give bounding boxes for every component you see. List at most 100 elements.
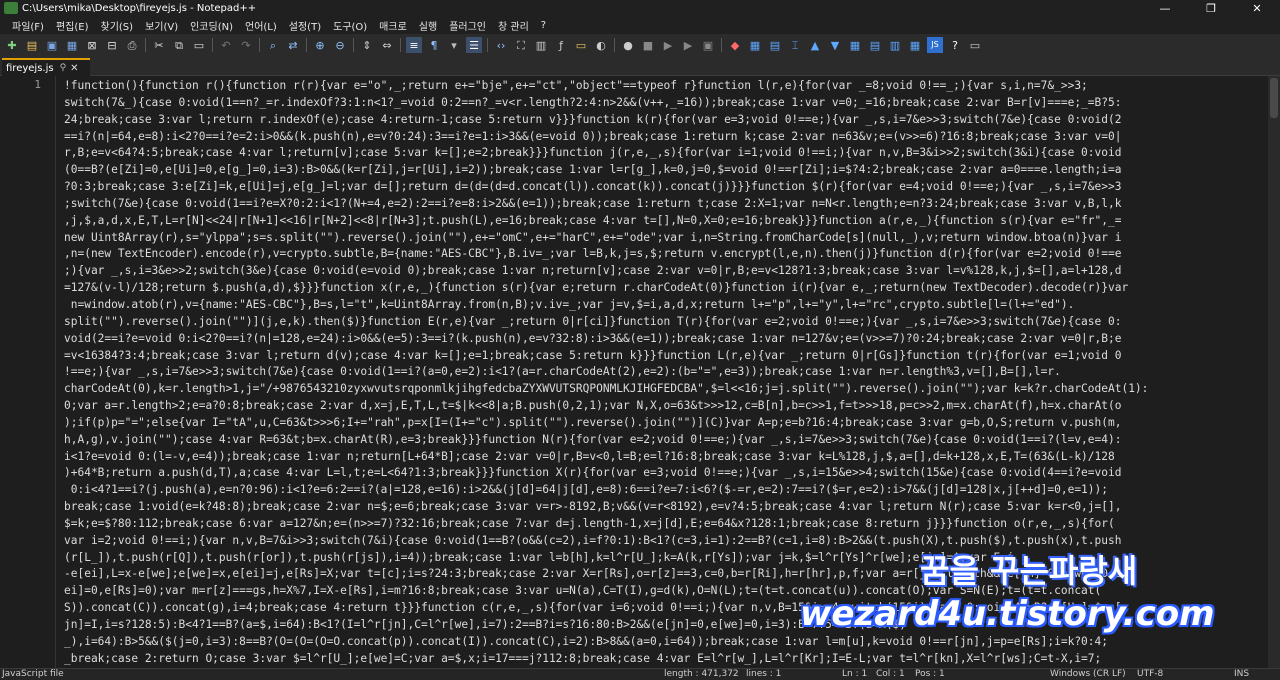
function-list-icon[interactable]: ƒ <box>553 37 569 53</box>
menu-encoding[interactable]: 인코딩(N) <box>184 18 239 33</box>
play-multiple-icon[interactable]: ▶ <box>680 37 696 53</box>
plugin-icon-11[interactable]: ? <box>947 37 963 53</box>
code-line[interactable]: 0:i<4?1==i?(j.push(a),e=n?0:96):i<1?e=6:… <box>64 482 1264 499</box>
code-line[interactable]: );if(p)p="=";else{var I="tA",u,C=63&t>>>… <box>64 415 1264 432</box>
chevron-down-icon[interactable]: ▾ <box>446 37 462 53</box>
play-macro-icon[interactable]: ▶ <box>660 37 676 53</box>
close-file-icon[interactable]: ⊠ <box>84 37 100 53</box>
code-line[interactable]: h,A,g),v.join("");case 4:var R=63&t;b=x.… <box>64 432 1264 449</box>
menu-help[interactable]: ? <box>535 20 552 31</box>
code-line[interactable]: !==e;){var _,s,i=7&e>>3;switch(7&e){case… <box>64 364 1264 381</box>
monitoring-icon[interactable]: ◐ <box>593 37 609 53</box>
code-line[interactable]: new Uint8Array(r),s="ylppa";s=s.split(""… <box>64 230 1264 247</box>
code-line[interactable]: (0==B?(e[Zi]=0,e[Ui]=0,e[g_]=0,i=3):B>0&… <box>64 162 1264 179</box>
menu-settings[interactable]: 설정(T) <box>283 18 327 33</box>
cut-icon[interactable]: ✂ <box>151 37 167 53</box>
status-eol[interactable]: Windows (CR LF) <box>1050 669 1126 679</box>
code-line[interactable]: )+64*B;return a.push(d,T),a;case 4:var L… <box>64 465 1264 482</box>
tab-fireyejs[interactable]: fireyejs.js ⚲ ✕ <box>2 58 90 76</box>
menu-view[interactable]: 보기(V) <box>139 18 184 33</box>
plugin-icon-3[interactable]: ▤ <box>767 37 783 53</box>
plugin-icon-6[interactable]: ▼ <box>827 37 843 53</box>
menu-window[interactable]: 창 관리 <box>492 18 535 33</box>
plugin-icon-9[interactable]: ▥ <box>887 37 903 53</box>
save-all-icon[interactable]: ▦ <box>64 37 80 53</box>
menu-macro[interactable]: 매크로 <box>373 18 413 33</box>
code-line[interactable]: ;){var _,s,i=3&e>>2;switch(3&e){case 0:v… <box>64 263 1264 280</box>
copy-icon[interactable]: ⧉ <box>171 37 187 53</box>
plugin-icon-2[interactable]: ▦ <box>747 37 763 53</box>
code-line[interactable]: ;switch(7&e){case 0:void(1==i?e=X?0:2:i<… <box>64 196 1264 213</box>
sync-horizontal-icon[interactable]: ⇔ <box>379 37 395 53</box>
code-line[interactable]: n=window.atob(r),v={name:"AES-CBC"},B=s,… <box>64 297 1264 314</box>
indent-guide-icon[interactable]: ☰ <box>466 37 482 53</box>
code-line[interactable]: !function(){function r(){function r(r){v… <box>64 78 1264 95</box>
folder-workspace-icon[interactable]: ▭ <box>573 37 589 53</box>
close-tab-icon[interactable]: ✕ <box>70 63 78 74</box>
menu-edit[interactable]: 편집(E) <box>50 18 95 33</box>
code-line[interactable]: 24;break;case 3:var l;return r.indexOf(e… <box>64 112 1264 129</box>
menu-tools[interactable]: 도구(O) <box>327 18 373 33</box>
code-line[interactable]: =127&(v-l)/128;return $.push(a,d),$}}}fu… <box>64 280 1264 297</box>
code-line[interactable]: $=k;e=$?80:112;break;case 6:var a=127&n;… <box>64 516 1264 533</box>
menu-search[interactable]: 찾기(S) <box>95 18 140 33</box>
editor-area[interactable]: 1 !function(){function r(){function r(r)… <box>0 76 1280 668</box>
code-line[interactable]: ?0:3;break;case 3:e[Zi]=k,e[Ui]=j,e[g_]=… <box>64 179 1264 196</box>
code-line[interactable]: charCodeAt(0),k=r.length>1,j="/+98765432… <box>64 381 1264 398</box>
plugin-icon-12[interactable]: ▭ <box>967 37 983 53</box>
find-icon[interactable]: ⌕ <box>265 37 281 53</box>
vertical-scrollbar[interactable] <box>1268 76 1280 668</box>
toolbar-separator <box>721 38 722 52</box>
plugin-icon-1[interactable]: ◆ <box>727 37 743 53</box>
menu-language[interactable]: 언어(L) <box>239 18 283 33</box>
minimize-button[interactable]: — <box>1142 0 1188 16</box>
tab-label: fireyejs.js <box>6 62 54 74</box>
close-button[interactable]: ✕ <box>1234 0 1280 16</box>
pin-icon[interactable]: ⚲ <box>60 63 67 73</box>
code-line[interactable]: 0;var a=r.length>2;e=a?0:8;break;case 2:… <box>64 398 1264 415</box>
code-line[interactable]: void(2==i?e=void 0:i<2?0==i?(n|=128,e=24… <box>64 331 1264 348</box>
paste-icon[interactable]: ▭ <box>191 37 207 53</box>
code-line[interactable]: r,B;e=v<64?4:5;break;case 4:var l;return… <box>64 145 1264 162</box>
document-list-icon[interactable]: ▥ <box>533 37 549 53</box>
status-encoding[interactable]: UTF-8 <box>1137 669 1163 679</box>
save-macro-icon[interactable]: ▣ <box>700 37 716 53</box>
close-all-icon[interactable]: ⊟ <box>104 37 120 53</box>
code-line[interactable]: ,j,$,a,d,x,E,T,L=r[N]<<24|r[N+1]<<16|r[N… <box>64 213 1264 230</box>
status-mode[interactable]: INS <box>1234 669 1249 679</box>
plugin-icon-10[interactable]: ▦ <box>907 37 923 53</box>
open-file-icon[interactable]: ▤ <box>24 37 40 53</box>
code-line[interactable]: split("").reverse().join("")](j,e,k).the… <box>64 314 1264 331</box>
plugin-icon-8[interactable]: ▤ <box>867 37 883 53</box>
scrollbar-thumb[interactable] <box>1270 78 1278 118</box>
menu-run[interactable]: 실행 <box>413 18 443 33</box>
record-macro-icon[interactable]: ● <box>620 37 636 53</box>
code-line[interactable]: =v<16384?3:4;break;case 3:var l;return d… <box>64 348 1264 365</box>
code-line[interactable]: ,n=(new TextEncoder).encode(r),v=crypto.… <box>64 246 1264 263</box>
save-icon[interactable]: ▣ <box>44 37 60 53</box>
menu-plugins[interactable]: 플러그인 <box>443 18 492 33</box>
plugin-icon-7[interactable]: ▦ <box>847 37 863 53</box>
word-wrap-icon[interactable]: ≡ <box>406 37 422 53</box>
new-file-icon[interactable]: ✚ <box>4 37 20 53</box>
zoom-in-icon[interactable]: ⊕ <box>312 37 328 53</box>
code-line[interactable]: switch(7&_){case 0:void(1==n?_=r.indexOf… <box>64 95 1264 112</box>
language-icon[interactable]: ‹› <box>493 37 509 53</box>
undo-icon[interactable]: ↶ <box>218 37 234 53</box>
stop-macro-icon[interactable]: ■ <box>640 37 656 53</box>
zoom-out-icon[interactable]: ⊖ <box>332 37 348 53</box>
plugin-icon-4[interactable]: ⌶ <box>787 37 803 53</box>
code-line[interactable]: ==i?(n|=64,e=8):i<2?0==i?e=2:i>0&&(k.pus… <box>64 129 1264 146</box>
document-map-icon[interactable]: ⛶ <box>513 37 529 53</box>
code-line[interactable]: break;case 1:void(e=k?48:8);break;case 2… <box>64 499 1264 516</box>
maximize-button[interactable]: ❐ <box>1188 0 1234 16</box>
show-all-characters-icon[interactable]: ¶ <box>426 37 442 53</box>
plugin-icon-5[interactable]: ▲ <box>807 37 823 53</box>
menu-file[interactable]: 파일(F) <box>6 18 50 33</box>
code-line[interactable]: i<1?e=void 0:(l=-v,e=4));break;case 1:va… <box>64 449 1264 466</box>
replace-icon[interactable]: ⇄ <box>285 37 301 53</box>
print-icon[interactable]: ⎙ <box>124 37 140 53</box>
redo-icon[interactable]: ↷ <box>238 37 254 53</box>
js-plugin-icon[interactable]: JS <box>927 37 943 53</box>
sync-vertical-icon[interactable]: ⇕ <box>359 37 375 53</box>
